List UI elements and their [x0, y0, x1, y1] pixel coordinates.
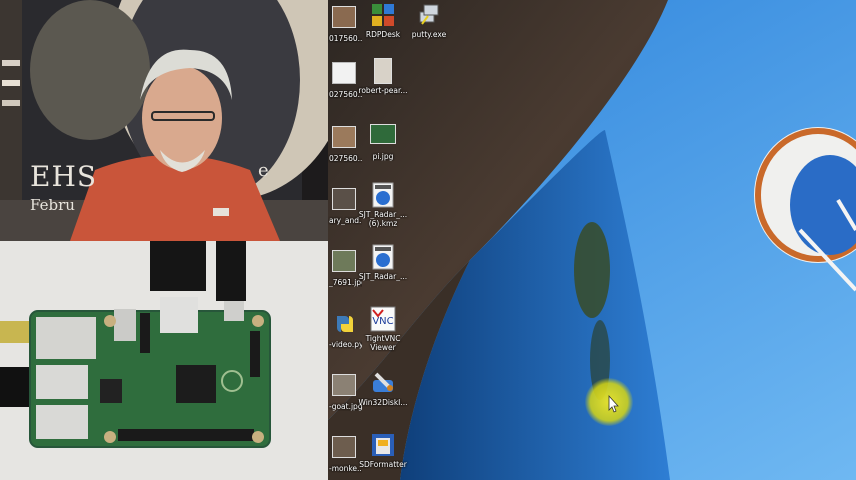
desktop-icon-robert[interactable]: robert-pear...	[350, 58, 416, 95]
photo-icon	[370, 58, 396, 84]
webcam-board-closeup	[0, 241, 328, 480]
svg-text:VNC: VNC	[372, 316, 393, 327]
raspberry-pi-board-image	[0, 241, 328, 480]
desktop-icon-label-line2: (6).kmz	[368, 219, 398, 228]
desktop-icon-sjt-radar-6[interactable]: SJT_Radar_... (6).kmz	[350, 182, 416, 228]
photo-icon	[370, 124, 396, 150]
mouse-pointer-icon	[608, 394, 619, 413]
disk-imager-icon	[370, 370, 396, 396]
vnc-icon: VNC	[370, 306, 396, 332]
desktop-icon-label: SJT_Radar_...	[358, 210, 408, 219]
kmz-icon	[370, 182, 396, 208]
desktop-icon-label: robert-pear...	[358, 86, 408, 95]
desktop-icon-win32diskimager[interactable]: Win32DiskI...	[350, 370, 416, 407]
banner-right-text: e	[258, 160, 269, 181]
desktop-icon-label: Win32DiskI...	[358, 398, 408, 407]
sd-formatter-icon	[370, 432, 396, 458]
desktop-icon-putty[interactable]: putty.exe	[396, 2, 462, 39]
desktop-icon-sjt-radar[interactable]: SJT_Radar_...	[350, 244, 416, 281]
kmz-icon	[370, 244, 396, 270]
desktop-icon-pi[interactable]: pi.jpg	[350, 124, 416, 161]
desktop-icon-label: putty.exe	[411, 30, 447, 39]
desktop-icon-tightvnc[interactable]: VNC TightVNC Viewer	[350, 306, 416, 352]
webcam-presenter: EHS Febru e	[0, 0, 328, 241]
desktop-icon-sdformatter[interactable]: SDFormatter	[350, 432, 416, 469]
rdp-app-icon	[370, 2, 396, 28]
banner-subtext: Febru	[30, 196, 75, 214]
desktop-icon-label: TightVNC	[365, 334, 401, 343]
cursor-highlight	[585, 378, 633, 426]
banner-text: EHS	[30, 160, 98, 193]
desktop-icon-label: SJT_Radar_...	[358, 272, 408, 281]
putty-icon	[416, 2, 442, 28]
desktop-icon-label: pi.jpg	[372, 152, 394, 161]
desktop-icon-label: SDFormatter	[359, 460, 407, 469]
desktop-icon-label-line2: Viewer	[370, 343, 396, 352]
